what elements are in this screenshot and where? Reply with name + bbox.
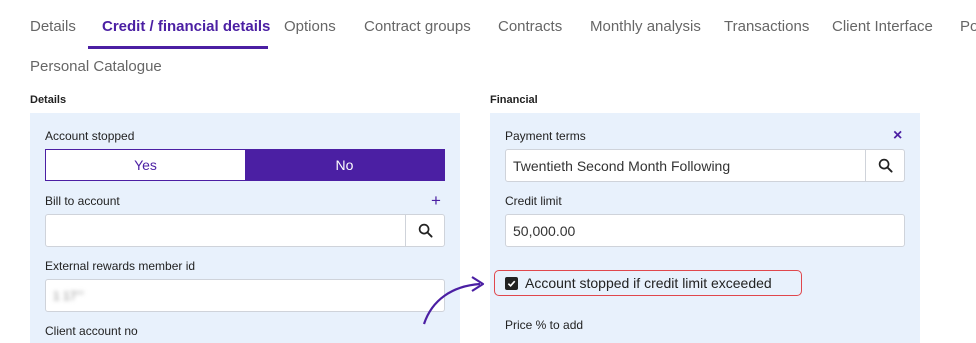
external-rewards-label: External rewards member id xyxy=(45,259,196,273)
tab-po-truncated[interactable]: Po xyxy=(960,18,976,35)
bill-to-account-field[interactable] xyxy=(45,214,445,247)
tab-monthly-analysis[interactable]: Monthly analysis xyxy=(590,18,701,35)
client-account-label: Client account no xyxy=(45,324,138,338)
details-section-title: Details xyxy=(30,94,67,106)
bill-to-account-label: Bill to account xyxy=(45,194,120,208)
external-rewards-field[interactable]: 1 17’’’ xyxy=(45,279,445,312)
account-stopped-toggle: Yes No xyxy=(45,149,445,181)
tab-options[interactable]: Options xyxy=(284,18,336,35)
payment-terms-search-button[interactable] xyxy=(865,150,904,181)
clear-payment-terms-icon[interactable]: × xyxy=(893,128,902,144)
tab-transactions[interactable]: Transactions xyxy=(724,18,809,35)
tab-details[interactable]: Details xyxy=(30,18,76,35)
tab-personal-catalogue[interactable]: Personal Catalogue xyxy=(30,58,162,75)
tab-credit-financial-details[interactable]: Credit / financial details xyxy=(102,18,270,35)
account-stopped-no-option[interactable]: No xyxy=(245,150,444,180)
tab-contracts[interactable]: Contracts xyxy=(498,18,562,35)
credit-limit-label: Credit limit xyxy=(505,194,562,208)
search-icon xyxy=(418,223,433,238)
credit-limit-field[interactable]: 50,000.00 xyxy=(505,214,905,247)
financial-section-title: Financial xyxy=(490,94,538,106)
external-rewards-value: 1 17’’’ xyxy=(53,288,84,303)
search-icon xyxy=(878,158,893,173)
annotation-arrow-icon xyxy=(422,276,485,325)
stop-if-credit-exceeded-row[interactable]: Account stopped if credit limit exceeded xyxy=(494,270,802,296)
bill-to-account-search-button[interactable] xyxy=(405,215,444,246)
payment-terms-field[interactable]: Twentieth Second Month Following xyxy=(505,149,905,182)
tab-contract-groups[interactable]: Contract groups xyxy=(364,18,471,35)
credit-limit-value: 50,000.00 xyxy=(513,222,576,239)
payment-terms-label: Payment terms xyxy=(505,129,586,143)
account-stopped-yes-option[interactable]: Yes xyxy=(46,150,245,180)
add-bill-to-account-icon[interactable]: + xyxy=(431,192,441,209)
checkmark-icon xyxy=(507,280,516,287)
payment-terms-value: Twentieth Second Month Following xyxy=(513,157,731,174)
stop-if-credit-exceeded-checkbox[interactable] xyxy=(505,276,518,290)
tab-bar: Details Credit / financial details Optio… xyxy=(0,0,976,75)
active-tab-indicator xyxy=(88,46,268,49)
price-percent-label: Price % to add xyxy=(505,318,584,332)
stop-if-credit-exceeded-label: Account stopped if credit limit exceeded xyxy=(525,275,772,291)
tab-client-interface[interactable]: Client Interface xyxy=(832,18,933,35)
account-stopped-label: Account stopped xyxy=(45,129,135,143)
